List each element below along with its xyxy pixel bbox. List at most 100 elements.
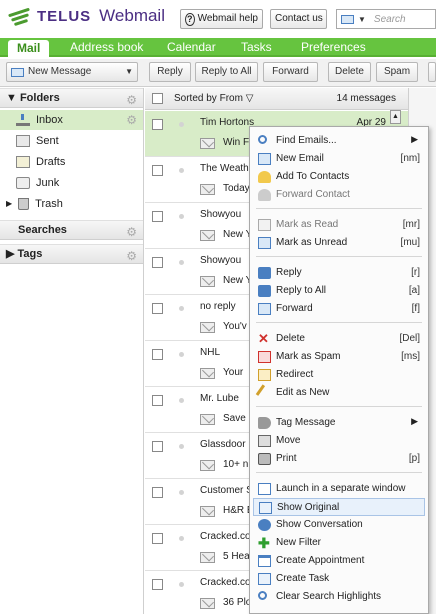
collapse-arrow-icon[interactable]: ▼ — [6, 92, 17, 104]
menu-item-forward-contact[interactable]: Forward Contact — [250, 186, 428, 204]
reply-button[interactable]: Reply — [149, 62, 191, 82]
read-status-dot[interactable] — [179, 352, 184, 357]
search-input[interactable]: Search — [374, 14, 406, 25]
menu-item-delete[interactable]: ✕ Delete [Del] — [250, 330, 428, 348]
row-checkbox[interactable] — [152, 441, 163, 452]
chevron-down-icon[interactable]: ▼ — [358, 15, 366, 24]
tab-address-book[interactable]: Address book — [70, 38, 143, 57]
gear-icon[interactable]: ⚙ — [126, 247, 137, 266]
header: TELUS Webmail ? Webmail help Contact us … — [0, 0, 436, 38]
menu-item-find-emails[interactable]: Find Emails... ▶ — [250, 132, 428, 150]
row-checkbox[interactable] — [152, 533, 163, 544]
row-checkbox[interactable] — [152, 349, 163, 360]
row-checkbox[interactable] — [152, 487, 163, 498]
row-checkbox[interactable] — [152, 579, 163, 590]
gear-icon[interactable]: ⚙ — [126, 91, 137, 110]
contact-us-button[interactable]: Contact us — [270, 9, 327, 29]
menu-item-redirect[interactable]: Redirect — [250, 366, 428, 384]
reply-all-button[interactable]: Reply to All — [195, 62, 258, 82]
menu-item-create-task[interactable]: Create Task — [250, 570, 428, 588]
new-email-icon — [258, 153, 271, 165]
drafts-icon — [16, 156, 30, 168]
sidebar-item-label: Trash — [35, 198, 63, 210]
sort-by-from-button[interactable]: Sorted by From ▽ — [174, 88, 253, 110]
tags-header[interactable]: ▶ Tags ⚙ — [0, 244, 143, 264]
row-checkbox[interactable] — [152, 211, 163, 222]
menu-item-launch-separate-window[interactable]: Launch in a separate window — [250, 480, 428, 498]
menu-item-print[interactable]: Print [p] — [250, 450, 428, 468]
gear-icon[interactable]: ⚙ — [126, 110, 137, 130]
toolbar-overflow-button[interactable] — [428, 62, 436, 82]
spam-icon — [258, 351, 271, 363]
tab-preferences[interactable]: Preferences — [301, 38, 366, 57]
read-status-dot[interactable] — [179, 490, 184, 495]
sidebar-item-trash[interactable]: ▶ Trash — [0, 194, 143, 214]
menu-item-clear-search-highlights[interactable]: Clear Search Highlights — [250, 588, 428, 606]
forward-button[interactable]: Forward — [263, 62, 318, 82]
menu-item-label: Move — [276, 435, 301, 446]
read-status-dot[interactable] — [179, 536, 184, 541]
read-status-dot[interactable] — [179, 260, 184, 265]
tab-tasks[interactable]: Tasks — [241, 38, 272, 57]
submenu-arrow-icon: ▶ — [411, 416, 418, 426]
menu-item-show-original[interactable]: Show Original — [253, 498, 425, 516]
sender: Cracked.co — [200, 531, 251, 542]
row-checkbox[interactable] — [152, 257, 163, 268]
menu-item-mark-as-read[interactable]: Mark as Read [mr] — [250, 216, 428, 234]
delete-button[interactable]: Delete — [328, 62, 371, 82]
new-message-button[interactable]: New Message ▼ — [6, 62, 138, 82]
menu-item-move[interactable]: Move — [250, 432, 428, 450]
sidebar-item-label: Junk — [36, 177, 60, 189]
mark-unread-icon — [258, 237, 271, 249]
menu-item-show-conversation[interactable]: Show Conversation — [250, 516, 428, 534]
read-status-dot[interactable] — [179, 122, 184, 127]
searches-header[interactable]: Searches ⚙ — [0, 220, 143, 240]
sidebar-item-inbox[interactable]: Inbox ⚙ — [0, 110, 143, 130]
webmail-help-button[interactable]: ? Webmail help — [180, 9, 263, 29]
read-status-dot[interactable] — [179, 214, 184, 219]
read-status-dot[interactable] — [179, 582, 184, 587]
row-checkbox[interactable] — [152, 303, 163, 314]
read-status-dot[interactable] — [179, 444, 184, 449]
gear-icon[interactable]: ⚙ — [126, 223, 137, 242]
spam-button[interactable]: Spam — [376, 62, 418, 82]
menu-item-edit-as-new[interactable]: Edit as New — [250, 384, 428, 402]
menu-item-new-filter[interactable]: ✚ New Filter — [250, 534, 428, 552]
menu-item-mark-as-unread[interactable]: Mark as Unread [mu] — [250, 234, 428, 252]
conversation-icon — [258, 519, 271, 531]
envelope-icon — [200, 414, 215, 425]
select-all-checkbox[interactable] — [152, 93, 163, 104]
chevron-down-icon[interactable]: ▼ — [125, 63, 133, 81]
sender: Tim Hortons — [200, 117, 255, 128]
menu-item-reply-to-all[interactable]: Reply to All [a] — [250, 282, 428, 300]
read-status-dot[interactable] — [179, 398, 184, 403]
find-icon — [258, 135, 267, 144]
search-box[interactable]: ▼ Search — [336, 9, 436, 29]
menu-item-tag-message[interactable]: Tag Message ▶ — [250, 414, 428, 432]
expand-arrow-icon[interactable]: ▶ — [6, 248, 14, 260]
shortcut: [ms] — [401, 351, 420, 362]
tab-calendar[interactable]: Calendar — [167, 38, 216, 57]
menu-item-new-email[interactable]: New Email [nm] — [250, 150, 428, 168]
menu-item-label: Find Emails... — [276, 135, 337, 146]
expand-arrow-icon[interactable]: ▶ — [6, 194, 12, 214]
email-search-scope-icon[interactable] — [341, 14, 354, 24]
scroll-up-arrow[interactable]: ▲ — [390, 110, 401, 124]
brand-name: TELUS — [37, 7, 92, 25]
sidebar-item-drafts[interactable]: Drafts — [0, 152, 143, 172]
menu-item-create-appointment[interactable]: Create Appointment — [250, 552, 428, 570]
row-checkbox[interactable] — [152, 395, 163, 406]
folders-header[interactable]: ▼ Folders ⚙ — [0, 88, 143, 108]
subject: 5 Hea — [223, 551, 250, 562]
read-status-dot[interactable] — [179, 306, 184, 311]
row-checkbox[interactable] — [152, 165, 163, 176]
row-checkbox[interactable] — [152, 119, 163, 130]
sidebar-item-sent[interactable]: Sent — [0, 131, 143, 151]
menu-item-reply[interactable]: Reply [r] — [250, 264, 428, 282]
menu-item-mark-as-spam[interactable]: Mark as Spam [ms] — [250, 348, 428, 366]
sidebar-item-junk[interactable]: Junk — [0, 173, 143, 193]
menu-item-forward[interactable]: Forward [f] — [250, 300, 428, 318]
read-status-dot[interactable] — [179, 168, 184, 173]
menu-item-add-to-contacts[interactable]: Add To Contacts — [250, 168, 428, 186]
tab-mail[interactable]: Mail — [8, 40, 50, 59]
